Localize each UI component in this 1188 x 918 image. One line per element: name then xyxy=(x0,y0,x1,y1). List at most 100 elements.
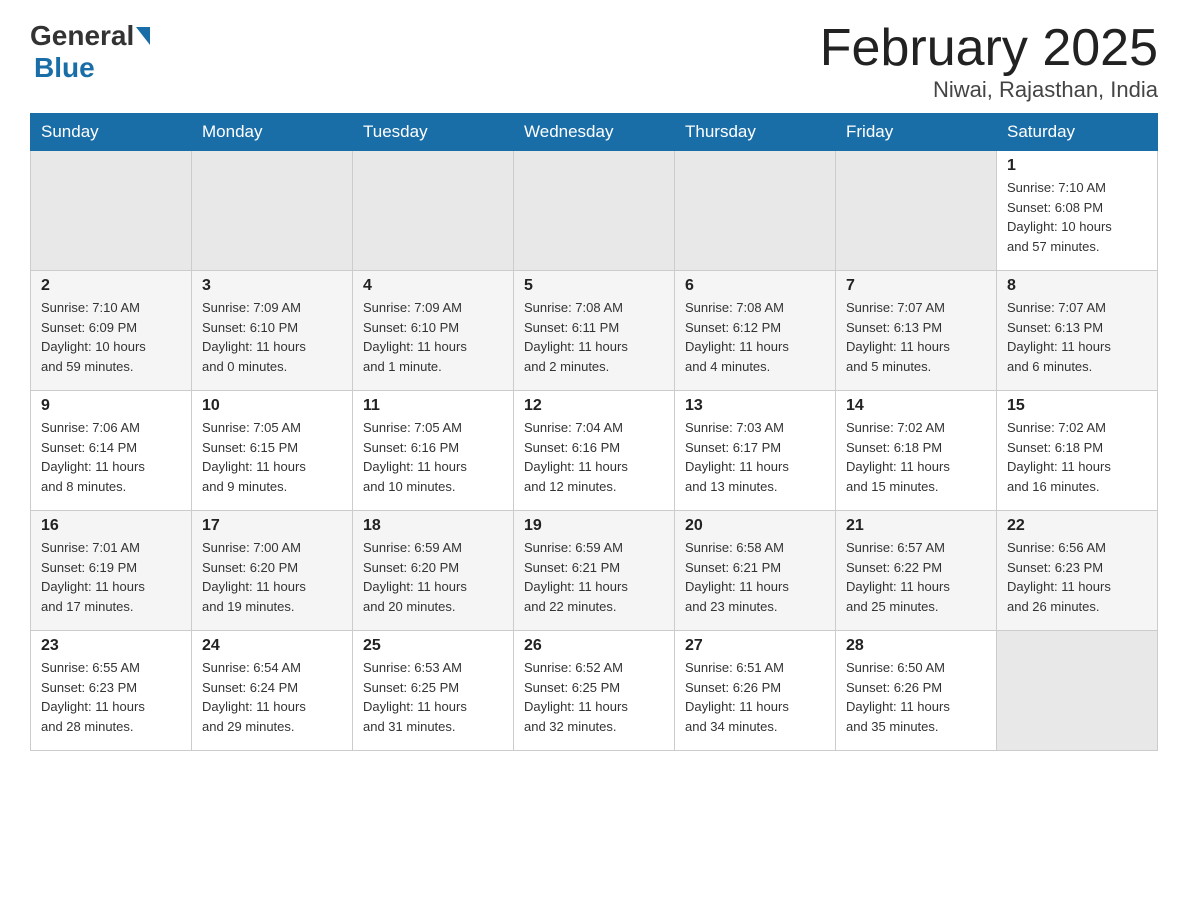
calendar-cell: 25 Sunrise: 6:53 AM Sunset: 6:25 PM Dayli… xyxy=(353,631,514,751)
calendar-table: SundayMondayTuesdayWednesdayThursdayFrid… xyxy=(30,113,1158,751)
day-detail: Sunrise: 6:58 AM Sunset: 6:21 PM Dayligh… xyxy=(685,538,825,616)
day-number: 23 xyxy=(41,637,181,655)
calendar-cell: 20 Sunrise: 6:58 AM Sunset: 6:21 PM Dayli… xyxy=(675,511,836,631)
day-number: 22 xyxy=(1007,517,1147,535)
calendar-cell: 15 Sunrise: 7:02 AM Sunset: 6:18 PM Dayli… xyxy=(997,391,1158,511)
calendar-cell xyxy=(353,151,514,271)
calendar-cell: 4Sunrise: 7:09 AM Sunset: 6:10 PM Daylig… xyxy=(353,271,514,391)
day-number: 13 xyxy=(685,397,825,415)
day-number: 24 xyxy=(202,637,342,655)
day-detail: Sunrise: 6:53 AM Sunset: 6:25 PM Dayligh… xyxy=(363,658,503,736)
calendar-cell: 11Sunrise: 7:05 AM Sunset: 6:16 PM Dayli… xyxy=(353,391,514,511)
calendar-cell: 28Sunrise: 6:50 AM Sunset: 6:26 PM Dayli… xyxy=(836,631,997,751)
logo-arrow-icon xyxy=(136,27,150,45)
calendar-cell xyxy=(192,151,353,271)
day-detail: Sunrise: 6:54 AM Sunset: 6:24 PM Dayligh… xyxy=(202,658,342,736)
day-detail: Sunrise: 7:05 AM Sunset: 6:15 PM Dayligh… xyxy=(202,418,342,496)
calendar-cell: 3 Sunrise: 7:09 AM Sunset: 6:10 PM Daylig… xyxy=(192,271,353,391)
day-number: 16 xyxy=(41,517,181,535)
day-number: 19 xyxy=(524,517,664,535)
day-detail: Sunrise: 7:00 AM Sunset: 6:20 PM Dayligh… xyxy=(202,538,342,616)
calendar-cell: 2 Sunrise: 7:10 AM Sunset: 6:09 PM Daylig… xyxy=(31,271,192,391)
day-number: 8 xyxy=(1007,277,1147,295)
day-number: 18 xyxy=(363,517,503,535)
logo-general-text: General xyxy=(30,20,134,52)
day-detail: Sunrise: 6:51 AM Sunset: 6:26 PM Dayligh… xyxy=(685,658,825,736)
day-number: 14 xyxy=(846,397,986,415)
day-detail: Sunrise: 7:07 AM Sunset: 6:13 PM Dayligh… xyxy=(846,298,986,376)
day-detail: Sunrise: 6:56 AM Sunset: 6:23 PM Dayligh… xyxy=(1007,538,1147,616)
day-number: 6 xyxy=(685,277,825,295)
calendar-week-row: 16 Sunrise: 7:01 AM Sunset: 6:19 PM Dayli… xyxy=(31,511,1158,631)
day-detail: Sunrise: 7:09 AM Sunset: 6:10 PM Dayligh… xyxy=(202,298,342,376)
month-title: February 2025 xyxy=(820,20,1158,77)
calendar-header-row: SundayMondayTuesdayWednesdayThursdayFrid… xyxy=(31,114,1158,151)
calendar-header-saturday: Saturday xyxy=(997,114,1158,151)
calendar-cell: 1 Sunrise: 7:10 AM Sunset: 6:08 PM Daylig… xyxy=(997,151,1158,271)
calendar-cell: 7 Sunrise: 7:07 AM Sunset: 6:13 PM Daylig… xyxy=(836,271,997,391)
day-number: 21 xyxy=(846,517,986,535)
calendar-week-row: 23 Sunrise: 6:55 AM Sunset: 6:23 PM Dayli… xyxy=(31,631,1158,751)
day-number: 12 xyxy=(524,397,664,415)
calendar-header-monday: Monday xyxy=(192,114,353,151)
day-number: 2 xyxy=(41,277,181,295)
day-detail: Sunrise: 6:57 AM Sunset: 6:22 PM Dayligh… xyxy=(846,538,986,616)
day-detail: Sunrise: 7:03 AM Sunset: 6:17 PM Dayligh… xyxy=(685,418,825,496)
day-detail: Sunrise: 7:08 AM Sunset: 6:11 PM Dayligh… xyxy=(524,298,664,376)
day-detail: Sunrise: 7:02 AM Sunset: 6:18 PM Dayligh… xyxy=(846,418,986,496)
day-number: 25 xyxy=(363,637,503,655)
day-detail: Sunrise: 7:02 AM Sunset: 6:18 PM Dayligh… xyxy=(1007,418,1147,496)
calendar-cell: 14 Sunrise: 7:02 AM Sunset: 6:18 PM Dayli… xyxy=(836,391,997,511)
day-detail: Sunrise: 7:01 AM Sunset: 6:19 PM Dayligh… xyxy=(41,538,181,616)
calendar-header-tuesday: Tuesday xyxy=(353,114,514,151)
day-number: 10 xyxy=(202,397,342,415)
day-number: 11 xyxy=(363,397,503,415)
calendar-header-friday: Friday xyxy=(836,114,997,151)
calendar-cell: 23 Sunrise: 6:55 AM Sunset: 6:23 PM Dayli… xyxy=(31,631,192,751)
day-number: 3 xyxy=(202,277,342,295)
logo: General Blue xyxy=(30,20,152,84)
calendar-week-row: 9 Sunrise: 7:06 AM Sunset: 6:14 PM Daylig… xyxy=(31,391,1158,511)
calendar-cell: 24 Sunrise: 6:54 AM Sunset: 6:24 PM Dayli… xyxy=(192,631,353,751)
calendar-cell: 18Sunrise: 6:59 AM Sunset: 6:20 PM Dayli… xyxy=(353,511,514,631)
calendar-cell xyxy=(997,631,1158,751)
day-detail: Sunrise: 7:06 AM Sunset: 6:14 PM Dayligh… xyxy=(41,418,181,496)
calendar-cell: 16 Sunrise: 7:01 AM Sunset: 6:19 PM Dayli… xyxy=(31,511,192,631)
calendar-cell: 6Sunrise: 7:08 AM Sunset: 6:12 PM Daylig… xyxy=(675,271,836,391)
calendar-week-row: 1 Sunrise: 7:10 AM Sunset: 6:08 PM Daylig… xyxy=(31,151,1158,271)
day-detail: Sunrise: 6:59 AM Sunset: 6:21 PM Dayligh… xyxy=(524,538,664,616)
logo-blue-text: Blue xyxy=(34,52,95,83)
calendar-week-row: 2 Sunrise: 7:10 AM Sunset: 6:09 PM Daylig… xyxy=(31,271,1158,391)
calendar-cell: 9 Sunrise: 7:06 AM Sunset: 6:14 PM Daylig… xyxy=(31,391,192,511)
day-detail: Sunrise: 6:52 AM Sunset: 6:25 PM Dayligh… xyxy=(524,658,664,736)
day-number: 5 xyxy=(524,277,664,295)
location-title: Niwai, Rajasthan, India xyxy=(820,77,1158,103)
day-detail: Sunrise: 6:55 AM Sunset: 6:23 PM Dayligh… xyxy=(41,658,181,736)
day-number: 1 xyxy=(1007,157,1147,175)
day-number: 9 xyxy=(41,397,181,415)
calendar-cell xyxy=(514,151,675,271)
day-number: 17 xyxy=(202,517,342,535)
calendar-cell: 12 Sunrise: 7:04 AM Sunset: 6:16 PM Dayli… xyxy=(514,391,675,511)
calendar-header-sunday: Sunday xyxy=(31,114,192,151)
title-area: February 2025 Niwai, Rajasthan, India xyxy=(820,20,1158,103)
calendar-cell: 26Sunrise: 6:52 AM Sunset: 6:25 PM Dayli… xyxy=(514,631,675,751)
calendar-cell: 5 Sunrise: 7:08 AM Sunset: 6:11 PM Daylig… xyxy=(514,271,675,391)
day-number: 20 xyxy=(685,517,825,535)
day-number: 27 xyxy=(685,637,825,655)
day-detail: Sunrise: 7:07 AM Sunset: 6:13 PM Dayligh… xyxy=(1007,298,1147,376)
calendar-cell xyxy=(675,151,836,271)
day-detail: Sunrise: 6:50 AM Sunset: 6:26 PM Dayligh… xyxy=(846,658,986,736)
day-number: 7 xyxy=(846,277,986,295)
calendar-cell: 27 Sunrise: 6:51 AM Sunset: 6:26 PM Dayli… xyxy=(675,631,836,751)
day-number: 15 xyxy=(1007,397,1147,415)
day-detail: Sunrise: 7:04 AM Sunset: 6:16 PM Dayligh… xyxy=(524,418,664,496)
calendar-cell: 17 Sunrise: 7:00 AM Sunset: 6:20 PM Dayli… xyxy=(192,511,353,631)
day-detail: Sunrise: 7:10 AM Sunset: 6:08 PM Dayligh… xyxy=(1007,178,1147,256)
calendar-cell: 21 Sunrise: 6:57 AM Sunset: 6:22 PM Dayli… xyxy=(836,511,997,631)
calendar-cell: 8 Sunrise: 7:07 AM Sunset: 6:13 PM Daylig… xyxy=(997,271,1158,391)
day-detail: Sunrise: 7:10 AM Sunset: 6:09 PM Dayligh… xyxy=(41,298,181,376)
calendar-header-thursday: Thursday xyxy=(675,114,836,151)
day-detail: Sunrise: 7:09 AM Sunset: 6:10 PM Dayligh… xyxy=(363,298,503,376)
calendar-cell: 13 Sunrise: 7:03 AM Sunset: 6:17 PM Dayli… xyxy=(675,391,836,511)
